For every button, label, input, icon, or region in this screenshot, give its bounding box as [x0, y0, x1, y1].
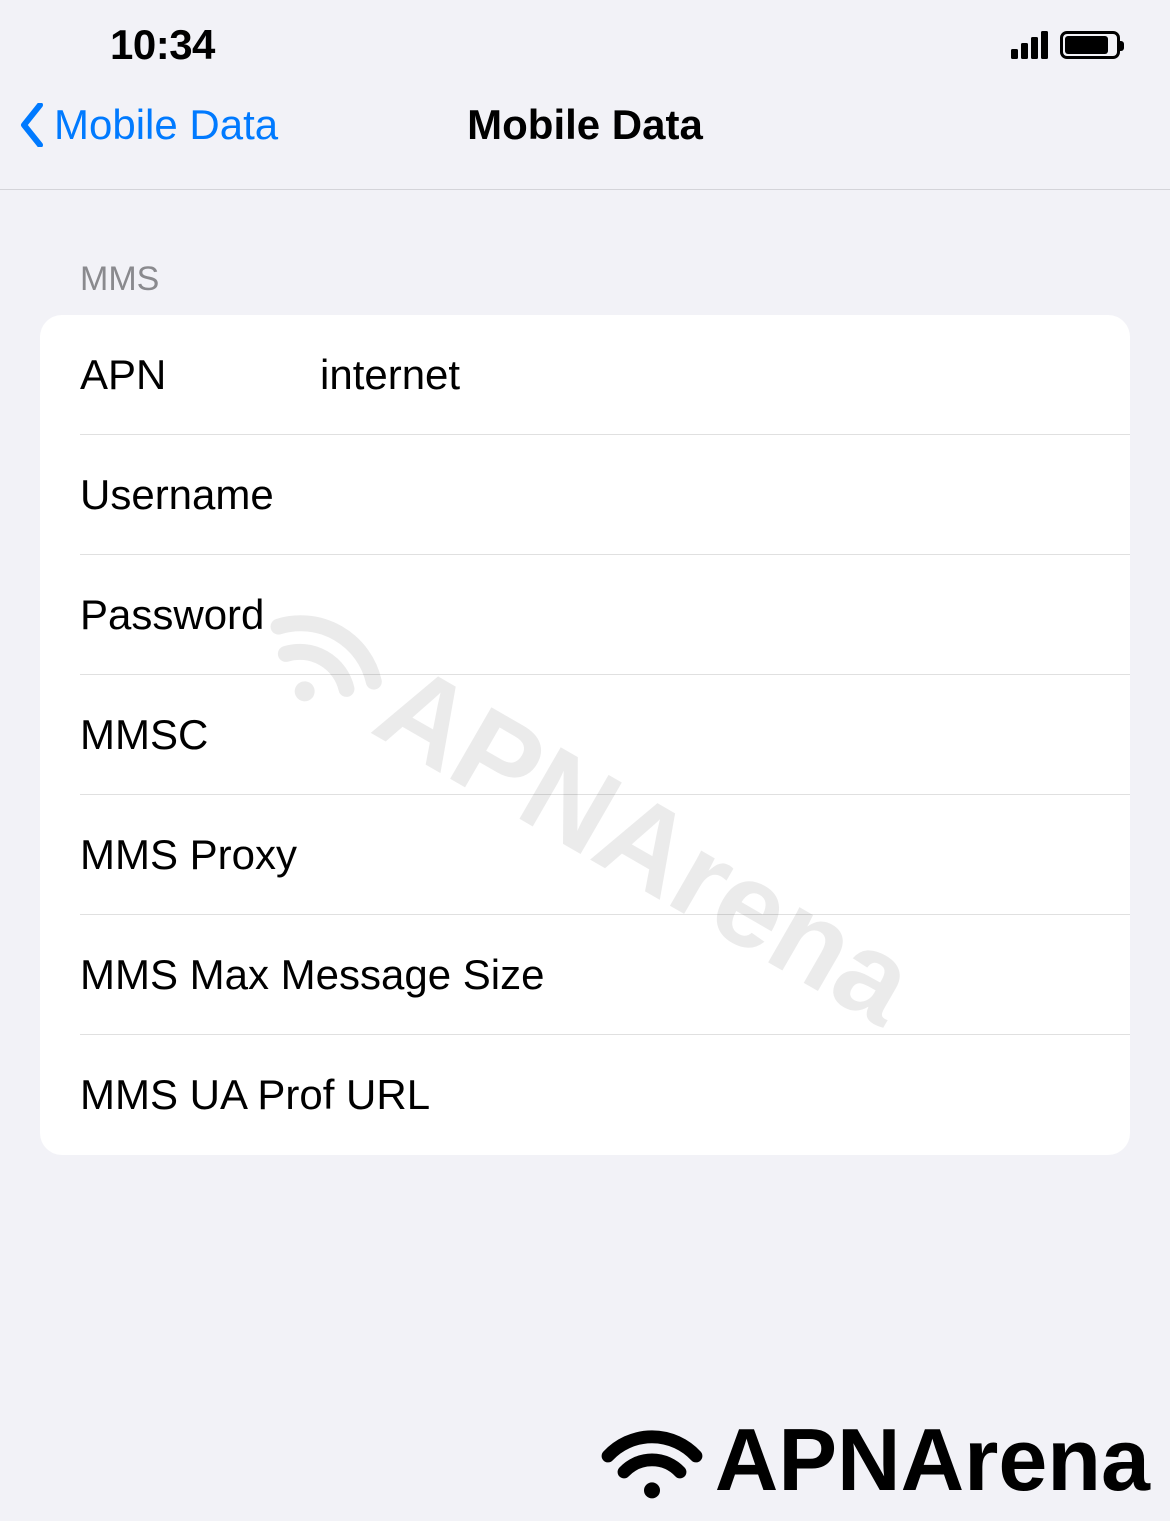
password-field[interactable] — [320, 591, 1130, 639]
row-label: MMS UA Prof URL — [80, 1071, 430, 1119]
row-username[interactable]: Username — [40, 435, 1130, 555]
content: MMS APN Username Password MMSC MMS Proxy — [0, 190, 1170, 1155]
watermark-text: APNArena — [715, 1409, 1150, 1511]
row-label: MMS Proxy — [80, 831, 320, 879]
row-mms-ua-prof-url[interactable]: MMS UA Prof URL — [40, 1035, 1130, 1155]
back-label: Mobile Data — [54, 101, 278, 149]
row-label: MMS Max Message Size — [80, 951, 544, 999]
row-label: Username — [80, 471, 320, 519]
row-apn[interactable]: APN — [40, 315, 1130, 435]
nav-bar: Mobile Data Mobile Data — [0, 80, 1170, 190]
mms-proxy-field[interactable] — [320, 831, 1130, 879]
page-title: Mobile Data — [467, 101, 703, 149]
row-label: APN — [80, 351, 320, 399]
row-mms-proxy[interactable]: MMS Proxy — [40, 795, 1130, 915]
settings-group-mms: APN Username Password MMSC MMS Proxy MMS… — [40, 315, 1130, 1155]
row-label: Password — [80, 591, 320, 639]
status-indicators — [1011, 31, 1120, 59]
section-header-mms: MMS — [40, 260, 1130, 315]
mms-ua-prof-url-field[interactable] — [430, 1071, 1130, 1119]
row-label: MMSC — [80, 711, 320, 759]
wifi-icon — [597, 1420, 707, 1500]
cellular-signal-icon — [1011, 31, 1048, 59]
battery-icon — [1060, 31, 1120, 59]
status-bar: 10:34 — [0, 0, 1170, 80]
watermark-bottom: APNArena — [597, 1409, 1150, 1511]
back-button[interactable]: Mobile Data — [20, 101, 278, 149]
status-time: 10:34 — [110, 21, 215, 69]
username-field[interactable] — [320, 471, 1130, 519]
apn-field[interactable] — [320, 351, 1130, 399]
row-password[interactable]: Password — [40, 555, 1130, 675]
mms-max-size-field[interactable] — [544, 951, 1130, 999]
row-mms-max-size[interactable]: MMS Max Message Size — [40, 915, 1130, 1035]
chevron-left-icon — [20, 103, 46, 147]
row-mmsc[interactable]: MMSC — [40, 675, 1130, 795]
mmsc-field[interactable] — [320, 711, 1130, 759]
